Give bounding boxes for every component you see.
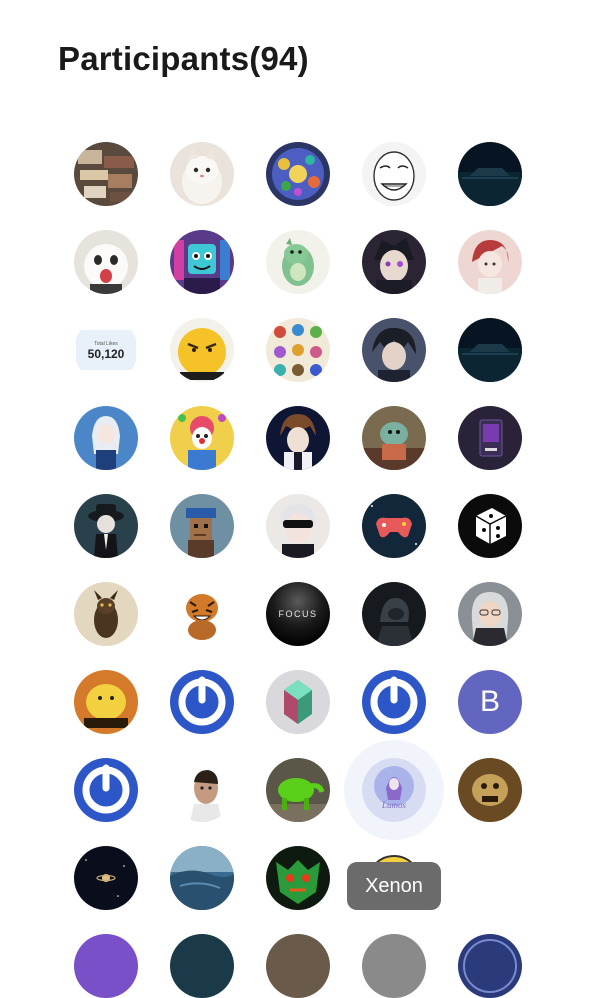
participant-avatar[interactable] (458, 230, 522, 294)
participant-avatar[interactable] (170, 142, 234, 206)
participant-avatar[interactable] (170, 758, 234, 822)
participant-avatar[interactable] (266, 934, 330, 998)
svg-text:Lumos: Lumos (381, 800, 407, 810)
participant-avatar[interactable] (362, 582, 426, 646)
participant-avatar-xenon[interactable]: Lumos (344, 740, 444, 840)
participant-avatar[interactable] (74, 934, 138, 998)
participant-avatar[interactable] (266, 758, 330, 822)
participant-name-tooltip: Xenon (347, 862, 441, 910)
focus-label: FOCUS (278, 609, 318, 619)
participant-avatar[interactable] (458, 934, 522, 998)
participant-avatar[interactable] (362, 318, 426, 382)
participant-avatar[interactable] (170, 846, 234, 910)
page-title: Participants(94) (58, 40, 309, 77)
participant-avatar[interactable] (266, 846, 330, 910)
participant-avatar[interactable] (170, 582, 234, 646)
participant-avatar[interactable] (362, 494, 426, 558)
participant-avatar[interactable] (362, 406, 426, 470)
participant-avatar[interactable] (74, 758, 138, 822)
participant-avatar[interactable] (458, 406, 522, 470)
participant-avatar[interactable] (74, 494, 138, 558)
participant-avatar[interactable] (458, 758, 522, 822)
participant-avatar[interactable] (170, 230, 234, 294)
participant-avatar[interactable] (266, 142, 330, 206)
participant-avatar-placeholder (458, 846, 522, 910)
participant-avatar[interactable] (74, 582, 138, 646)
participant-avatar[interactable] (74, 142, 138, 206)
participant-avatar[interactable] (170, 406, 234, 470)
participant-avatar[interactable] (458, 318, 522, 382)
participant-avatar[interactable] (266, 318, 330, 382)
participant-avatar[interactable] (170, 670, 234, 734)
participants-grid: Total Likes 50,120 FOCUS B Lumos (74, 142, 522, 998)
participant-avatar[interactable] (458, 494, 522, 558)
participant-avatar[interactable] (74, 670, 138, 734)
participant-avatar[interactable]: Total Likes 50,120 (74, 318, 138, 382)
participant-avatar[interactable] (170, 494, 234, 558)
participant-avatar[interactable] (362, 230, 426, 294)
participant-avatar[interactable] (458, 582, 522, 646)
participant-avatar[interactable] (362, 142, 426, 206)
participant-avatar[interactable] (266, 670, 330, 734)
participant-avatar[interactable] (266, 494, 330, 558)
participant-avatar[interactable] (362, 934, 426, 998)
likes-count: 50,120 (87, 347, 125, 361)
participant-avatar[interactable] (458, 142, 522, 206)
participant-avatar[interactable] (74, 406, 138, 470)
avatar-letter: B (479, 685, 500, 718)
participant-avatar[interactable] (170, 318, 234, 382)
participant-avatar[interactable] (266, 406, 330, 470)
participant-avatar[interactable] (362, 670, 426, 734)
participant-avatar[interactable]: B (458, 670, 522, 734)
participant-avatar[interactable] (74, 846, 138, 910)
participant-avatar[interactable]: FOCUS (266, 582, 330, 646)
participant-avatar[interactable] (74, 230, 138, 294)
participant-avatar[interactable] (170, 934, 234, 998)
participant-avatar[interactable] (266, 230, 330, 294)
